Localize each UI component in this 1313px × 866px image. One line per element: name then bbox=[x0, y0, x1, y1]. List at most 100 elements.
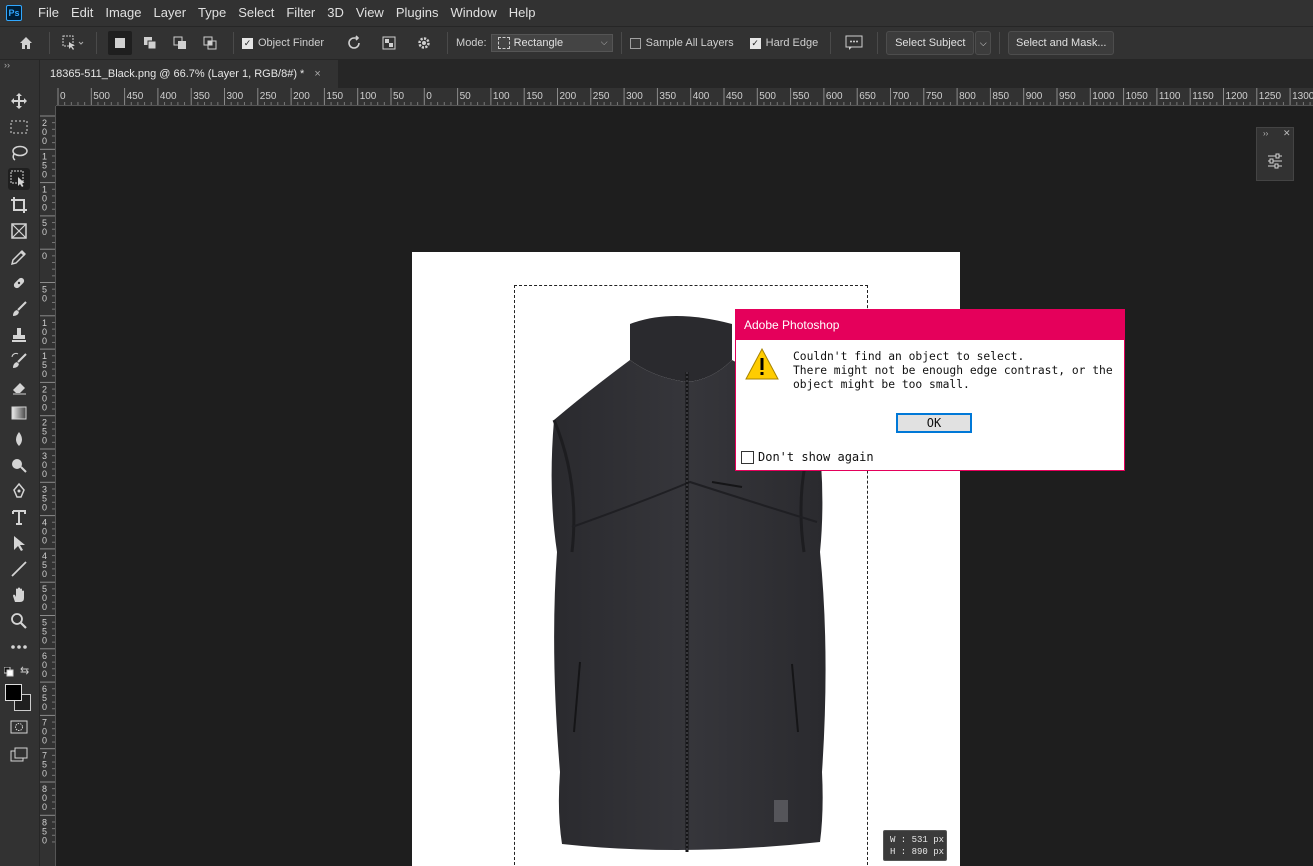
gradient-tool-icon[interactable] bbox=[8, 402, 30, 424]
menu-select[interactable]: Select bbox=[232, 0, 280, 26]
add-selection-icon[interactable] bbox=[138, 31, 162, 55]
menu-filter[interactable]: Filter bbox=[280, 0, 321, 26]
expand-icon[interactable]: ›› bbox=[1263, 129, 1268, 138]
menu-layer[interactable]: Layer bbox=[148, 0, 193, 26]
vertical-ruler-ticks: 2001501005005010015020025030035040045050… bbox=[40, 115, 55, 845]
clone-stamp-tool-icon[interactable] bbox=[8, 324, 30, 346]
show-all-objects-icon[interactable] bbox=[377, 31, 401, 55]
object-selection-tool-icon[interactable] bbox=[8, 168, 30, 190]
home-icon[interactable] bbox=[14, 31, 38, 55]
dialog-message-line1: Couldn't find an object to select. bbox=[793, 350, 1025, 363]
brush-tool-icon[interactable] bbox=[8, 298, 30, 320]
menu-help[interactable]: Help bbox=[503, 0, 542, 26]
path-selection-tool-icon[interactable] bbox=[8, 532, 30, 554]
photoshop-logo[interactable]: Ps bbox=[6, 5, 22, 21]
ruler-label: 1050 bbox=[1126, 91, 1149, 102]
mode-value: Rectangle bbox=[513, 37, 564, 49]
menu-type[interactable]: Type bbox=[192, 0, 232, 26]
sample-all-layers-checkbox[interactable] bbox=[629, 37, 641, 49]
move-tool-icon[interactable] bbox=[8, 90, 30, 112]
ruler-label: 1250 bbox=[1259, 91, 1282, 102]
select-and-mask-button[interactable]: Select and Mask... bbox=[1008, 31, 1115, 55]
menu-edit[interactable]: Edit bbox=[65, 0, 99, 26]
ruler-label: 400 bbox=[693, 91, 710, 102]
quick-mask-icon[interactable] bbox=[8, 716, 30, 738]
ruler-label: 0 bbox=[42, 702, 47, 712]
new-selection-icon[interactable] bbox=[108, 31, 132, 55]
pen-tool-icon[interactable] bbox=[8, 480, 30, 502]
crop-tool-icon[interactable] bbox=[8, 194, 30, 216]
ruler-label: 150 bbox=[326, 91, 343, 102]
object-finder-checkbox[interactable]: ✓ bbox=[242, 37, 253, 49]
screen-mode-icon[interactable] bbox=[8, 744, 30, 766]
menu-3d[interactable]: 3D bbox=[321, 0, 350, 26]
divider bbox=[233, 32, 234, 54]
ruler-label: 100 bbox=[493, 91, 510, 102]
menu-view[interactable]: View bbox=[350, 0, 390, 26]
menu-window[interactable]: Window bbox=[444, 0, 502, 26]
ruler-label: 950 bbox=[1059, 91, 1076, 102]
hard-edge-checkbox[interactable]: ✓ bbox=[749, 37, 761, 49]
warning-icon bbox=[745, 347, 779, 383]
ruler-label: 0 bbox=[42, 536, 47, 546]
ruler-label: 600 bbox=[826, 91, 843, 102]
menu-plugins[interactable]: Plugins bbox=[390, 0, 445, 26]
canvas-area[interactable]: W : 531 px H : 890 px bbox=[57, 107, 1313, 866]
ruler-label: 0 bbox=[42, 735, 47, 745]
adjustments-icon[interactable] bbox=[1266, 152, 1284, 173]
intersect-selection-icon[interactable] bbox=[198, 31, 222, 55]
gear-icon[interactable] bbox=[412, 31, 436, 55]
dialog-message: Couldn't find an object to select. There… bbox=[793, 350, 1118, 392]
zoom-tool-icon[interactable] bbox=[8, 610, 30, 632]
ruler-label: 0 bbox=[42, 802, 47, 812]
feedback-icon[interactable] bbox=[842, 31, 866, 55]
swap-colors-icon[interactable]: ⇆ bbox=[20, 664, 29, 677]
close-icon[interactable]: × bbox=[314, 68, 320, 80]
eyedropper-tool-icon[interactable] bbox=[8, 246, 30, 268]
dont-show-again-label: Don't show again bbox=[758, 450, 874, 464]
healing-brush-tool-icon[interactable] bbox=[8, 272, 30, 294]
dont-show-again[interactable]: Don't show again bbox=[741, 450, 874, 464]
history-brush-tool-icon[interactable] bbox=[8, 350, 30, 372]
eraser-tool-icon[interactable] bbox=[8, 376, 30, 398]
ruler-label: 250 bbox=[593, 91, 610, 102]
select-subject-button[interactable]: Select Subject bbox=[886, 31, 975, 55]
select-subject-dropdown[interactable]: ⌵ bbox=[975, 31, 992, 55]
ok-button[interactable]: OK bbox=[896, 413, 972, 433]
dodge-tool-icon[interactable] bbox=[8, 454, 30, 476]
ruler-label: 0 bbox=[42, 251, 47, 261]
hand-tool-icon[interactable] bbox=[8, 584, 30, 606]
chevron-down-icon: ⌵ bbox=[979, 37, 987, 48]
divider bbox=[877, 32, 879, 54]
refresh-icon[interactable] bbox=[342, 31, 366, 55]
menu-image[interactable]: Image bbox=[99, 0, 147, 26]
ruler-label: 50 bbox=[393, 91, 405, 102]
collapse-icon[interactable]: ›› bbox=[4, 60, 10, 70]
ruler-label: 200 bbox=[293, 91, 310, 102]
default-colors-icon[interactable] bbox=[3, 666, 14, 680]
ruler-label: 650 bbox=[859, 91, 876, 102]
divider bbox=[999, 32, 1001, 54]
horizontal-ruler: 0 500 450 400 350 300 250 200 150 100 50 0 50 100 150 2… bbox=[56, 88, 1313, 106]
dialog-title: Adobe Photoshop bbox=[736, 310, 1124, 340]
document-tab[interactable]: 18365-511_Black.png @ 66.7% (Layer 1, RG… bbox=[40, 60, 338, 88]
foreground-color-swatch[interactable] bbox=[5, 684, 22, 701]
line-tool-icon[interactable] bbox=[8, 558, 30, 580]
lasso-tool-icon[interactable] bbox=[8, 142, 30, 164]
ruler-label: 0 bbox=[42, 436, 47, 446]
ruler-label: 900 bbox=[1026, 91, 1043, 102]
ruler-label: 500 bbox=[93, 91, 110, 102]
frame-tool-icon[interactable] bbox=[8, 220, 30, 242]
divider bbox=[620, 32, 622, 54]
more-tools-icon[interactable] bbox=[8, 636, 30, 658]
type-tool-icon[interactable] bbox=[8, 506, 30, 528]
subtract-selection-icon[interactable] bbox=[168, 31, 192, 55]
dont-show-again-checkbox[interactable] bbox=[741, 450, 754, 464]
marquee-tool-icon[interactable] bbox=[8, 116, 30, 138]
close-icon[interactable]: ✕ bbox=[1283, 128, 1291, 139]
mode-select[interactable]: Rectangle ⌵ bbox=[490, 34, 613, 52]
object-selection-preset-icon[interactable] bbox=[61, 31, 85, 55]
divider bbox=[49, 32, 50, 54]
menu-file[interactable]: File bbox=[32, 0, 65, 26]
blur-tool-icon[interactable] bbox=[8, 428, 30, 450]
